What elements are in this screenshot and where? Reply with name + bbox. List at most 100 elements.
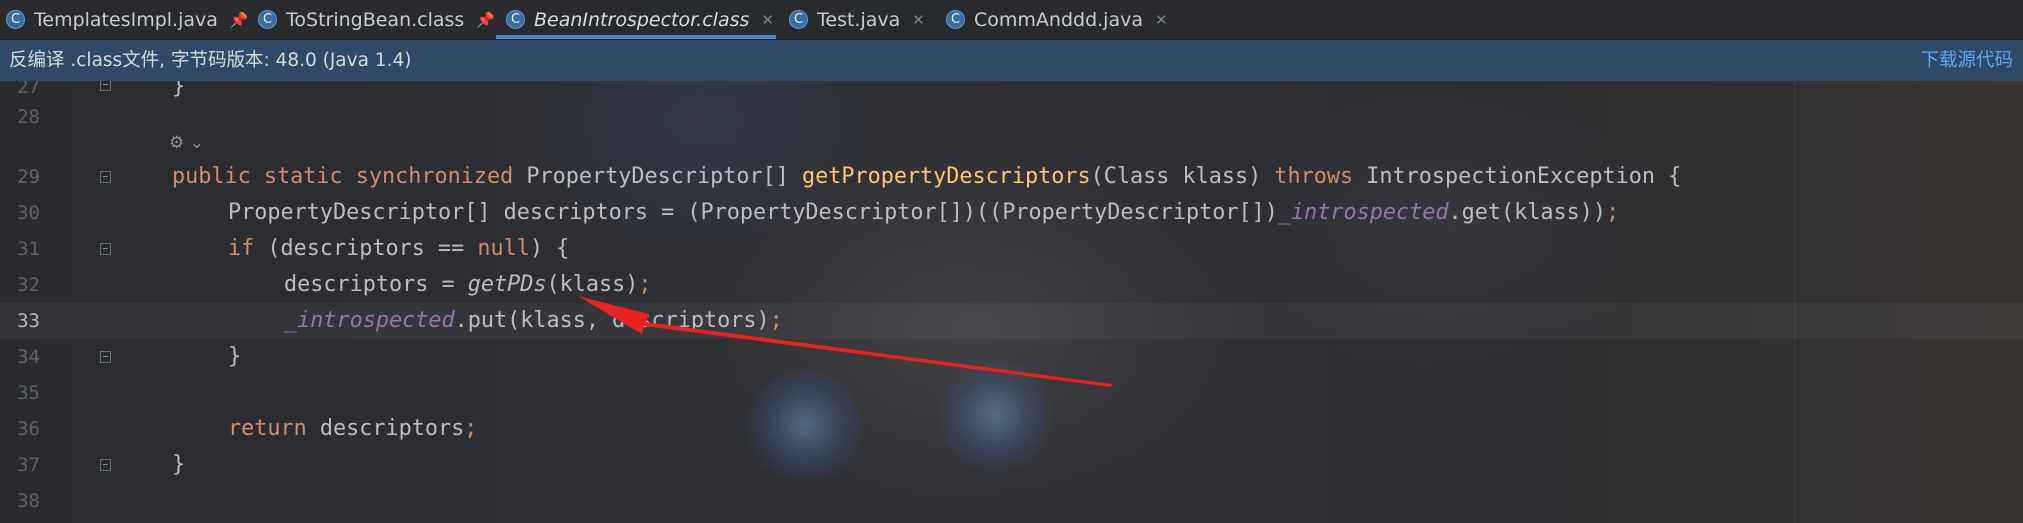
code-token: = (: [647, 200, 701, 225]
closing-brace: }: [172, 452, 186, 477]
fold-marker-icon[interactable]: [100, 81, 111, 91]
class-icon: C: [789, 10, 808, 29]
code-token: get: [1461, 200, 1501, 225]
editor-tab-bar: C TemplatesImpl.java 📌 C ToStringBean.cl…: [0, 0, 2023, 40]
code-token: klass: [520, 308, 586, 333]
method-name: getPropertyDescriptors: [801, 164, 1091, 189]
close-icon[interactable]: ✕: [761, 11, 774, 29]
code-token: {: [1654, 164, 1682, 189]
code-token: klass: [559, 272, 626, 297]
fold-marker-icon[interactable]: [100, 171, 111, 183]
code-token: []): [1238, 200, 1278, 225]
close-icon[interactable]: ✕: [912, 11, 925, 29]
tab-label: BeanIntrospector.class: [534, 8, 750, 31]
code-token: ));: [1580, 200, 1619, 225]
code-line-27: }: [172, 81, 185, 105]
code-token: ): [1579, 200, 1593, 225]
class-icon: C: [946, 10, 965, 29]
code-token: );: [756, 308, 782, 333]
fold-marker-icon[interactable]: [100, 459, 111, 471]
line-number: 31: [17, 238, 40, 260]
fold-marker-icon[interactable]: [100, 351, 111, 363]
keyword: synchronized: [355, 164, 514, 189]
field-reference: _introspected: [1277, 200, 1449, 225]
code-token: [])((: [936, 200, 1003, 225]
code-token: PropertyDescriptor: [700, 200, 937, 225]
static-method-call: getPDs: [467, 272, 547, 297]
pin-icon[interactable]: 📌: [230, 11, 249, 29]
keyword: null: [477, 236, 530, 261]
pin-icon[interactable]: 📌: [476, 11, 495, 29]
line-number: 37: [17, 454, 40, 476]
code-token: .: [1448, 200, 1462, 225]
line-number: 30: [17, 202, 40, 224]
tab-tostringbean[interactable]: C ToStringBean.class 📌: [258, 0, 495, 39]
code-token: []: [762, 164, 802, 189]
fold-marker-icon[interactable]: [100, 243, 111, 255]
code-token: (: [1501, 200, 1515, 225]
tab-label: ToStringBean.class: [286, 8, 465, 31]
close-icon[interactable]: ✕: [1155, 11, 1168, 29]
code-token: IntrospectionException: [1366, 164, 1655, 189]
line-number: 34: [17, 346, 40, 368]
code-line-37: }: [172, 447, 185, 483]
tab-beanintrospector[interactable]: C BeanIntrospector.class ✕: [496, 0, 776, 39]
line-number: 36: [17, 418, 40, 440]
code-token: ) {: [529, 236, 570, 261]
tab-label: TemplatesImpl.java: [34, 8, 218, 31]
class-icon: C: [506, 10, 525, 29]
code-token: []: [464, 200, 504, 225]
right-margin-guide: [1794, 81, 1795, 523]
semicolon: ;: [1606, 200, 1620, 225]
keyword: return: [228, 416, 307, 441]
line-number: 38: [17, 490, 40, 512]
class-icon: C: [6, 10, 25, 29]
line-number: 32: [17, 274, 40, 296]
closing-brace: }: [228, 344, 242, 369]
code-token: );: [625, 272, 651, 297]
keyword: static: [263, 164, 343, 189]
closing-brace: }: [172, 81, 186, 99]
code-token: klass: [1514, 200, 1580, 225]
tab-test[interactable]: C Test.java ✕: [789, 0, 925, 39]
keyword: if: [228, 236, 255, 261]
download-sources-link[interactable]: 下载源代码: [1920, 40, 2013, 81]
code-token: Class: [1103, 164, 1170, 189]
code-token: descriptors: [284, 272, 429, 297]
code-token: ): [625, 272, 639, 297]
semicolon: ;: [638, 272, 652, 297]
code-token: .: [454, 308, 468, 333]
keyword: throws: [1274, 164, 1354, 189]
keyword: public: [172, 164, 251, 189]
code-token: klass: [1182, 164, 1249, 189]
code-line-31: if (descriptors == null) {: [228, 231, 569, 267]
line-number-current: 33: [17, 310, 40, 332]
tab-label: CommAnddd.java: [974, 8, 1143, 31]
code-line-36: return descriptors;: [228, 411, 477, 447]
semicolon: ;: [464, 416, 478, 441]
banner-message: 反编译 .class文件, 字节码版本: 48.0 (Java 1.4): [9, 50, 412, 71]
code-editor[interactable]: 27 28 29 30 31 32 33 34 35 36 37 38 ⚙ ⌄ …: [0, 81, 2023, 523]
code-token: (: [546, 272, 560, 297]
tab-templatesimpl[interactable]: C TemplatesImpl.java 📌: [6, 0, 249, 39]
author-inlay-hint-icon[interactable]: ⚙ ⌄: [169, 133, 204, 153]
code-token: PropertyDescriptor: [228, 200, 465, 225]
code-token: PropertyDescriptor: [526, 164, 763, 189]
class-icon: C: [258, 10, 277, 29]
code-token: (: [1090, 164, 1104, 189]
code-token: ): [1248, 164, 1275, 189]
code-line-32: descriptors = getPDs(klass);: [284, 267, 651, 303]
code-token: descriptors: [503, 200, 648, 225]
code-token: descriptors: [612, 308, 757, 333]
code-token: put: [467, 308, 508, 333]
tab-commanddd[interactable]: C CommAnddd.java ✕: [946, 0, 1168, 39]
field-reference: _introspected: [284, 308, 455, 333]
code-token: ==: [424, 236, 478, 261]
line-number: 28: [17, 106, 40, 128]
code-token: (: [507, 308, 521, 333]
code-line-29: public static synchronized PropertyDescr…: [172, 159, 1681, 195]
code-token: =: [428, 272, 468, 297]
